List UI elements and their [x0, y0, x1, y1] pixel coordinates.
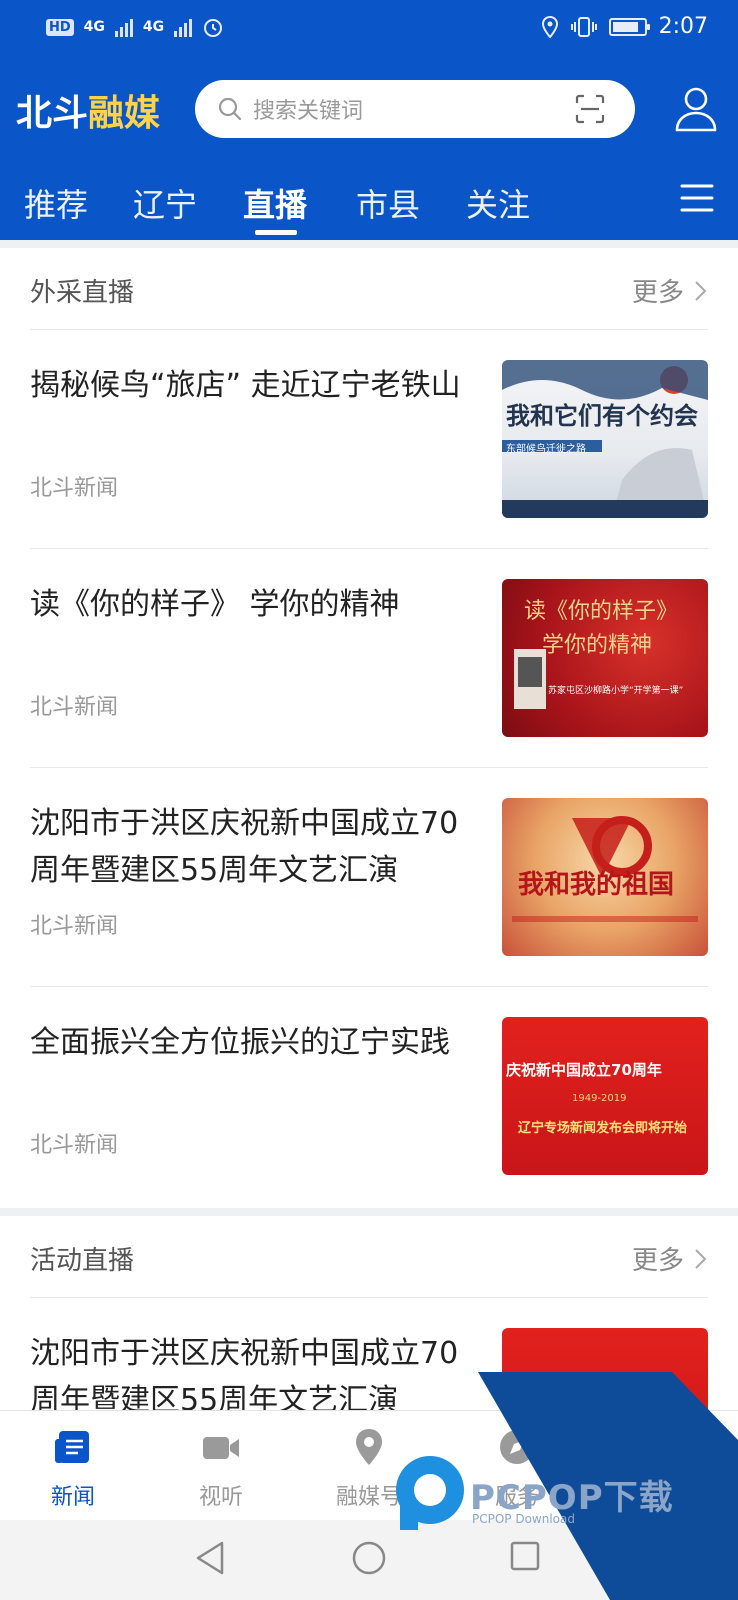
- thumbnail-subcaption: 辽宁专场新闻发布会即将开始: [518, 1121, 688, 1136]
- video-icon: [203, 1437, 239, 1459]
- thumbnail-subcaption: 苏家屯区沙柳路小学“开学第一课”: [548, 686, 684, 696]
- hd-badge: HD: [46, 18, 74, 36]
- alarm-icon: [204, 19, 223, 37]
- recent-apps-icon[interactable]: [509, 1540, 541, 1572]
- compass-icon: [500, 1430, 534, 1464]
- chevron-right-icon: [695, 1248, 707, 1269]
- thumbnail-caption-2: 学你的精神: [542, 633, 653, 658]
- tab-live[interactable]: 直播: [243, 180, 307, 226]
- app-logo: 北斗融媒: [16, 84, 160, 136]
- more-link[interactable]: 更多: [632, 272, 708, 309]
- status-bar-left: HD 4G 4G: [46, 16, 224, 38]
- app-screen: HD 4G 4G 2:07 北斗融媒 搜索关键词 推荐 辽宁 直播 市县 关注 …: [0, 0, 738, 1600]
- news-thumbnail: 我和它们有个约会 东部候鸟迁徙之路: [502, 360, 708, 518]
- thumbnail-year: 1949-2019: [572, 1093, 627, 1104]
- section-title: 活动直播: [30, 1246, 135, 1276]
- active-tab-indicator: [255, 230, 297, 235]
- thumbnail-subcaption: 东部候鸟迁徙之路: [506, 444, 586, 455]
- thumbnail-book-art: [514, 649, 546, 709]
- back-icon[interactable]: [194, 1540, 226, 1576]
- nav-label: 服务: [494, 1485, 539, 1510]
- section-field-live: 外采直播 更多 揭秘候鸟“旅店” 走近辽宁老铁山 北斗新闻 我和它们有个约会 东…: [0, 248, 738, 1208]
- nav-service[interactable]: 服务: [457, 1427, 577, 1511]
- clock-time: 2:07: [658, 14, 708, 39]
- signal-icon-2: [174, 17, 193, 37]
- signal-icon: [114, 17, 133, 37]
- chevron-right-icon: [695, 280, 707, 301]
- thumbnail-caption: 庆祝新中国成立70周年: [506, 1061, 662, 1079]
- search-bar[interactable]: 搜索关键词: [195, 80, 635, 138]
- menu-icon[interactable]: [680, 182, 714, 214]
- more-link[interactable]: 更多: [632, 1240, 708, 1277]
- news-source: 北斗新闻: [30, 914, 119, 939]
- location-icon: [356, 1429, 382, 1465]
- nav-label: 新闻: [50, 1485, 95, 1510]
- user-profile-icon[interactable]: [674, 86, 718, 132]
- news-source: 北斗新闻: [30, 476, 119, 501]
- search-placeholder: 搜索关键词: [253, 99, 364, 124]
- more-label: 更多: [631, 278, 684, 308]
- status-bar-right: 2:07: [541, 14, 708, 39]
- tab-liaoning[interactable]: 辽宁: [133, 180, 197, 226]
- search-icon: [218, 97, 242, 121]
- network-4g-label-2: 4G: [142, 19, 165, 35]
- top-header: HD 4G 4G 2:07 北斗融媒 搜索关键词 推荐 辽宁 直播 市县 关注: [0, 0, 738, 240]
- system-navigation-bar: [0, 1520, 738, 1600]
- nav-label: 融媒号: [335, 1485, 402, 1510]
- news-icon: [55, 1431, 89, 1463]
- nav-video[interactable]: 视听: [161, 1427, 281, 1511]
- news-thumbnail: 庆祝新中国成立70周年 1949-2019 辽宁专场新闻发布会即将开始: [502, 1017, 708, 1175]
- battery-icon: [608, 17, 650, 36]
- tab-city-county[interactable]: 市县: [356, 180, 420, 226]
- news-item[interactable]: 读《你的样子》 学你的精神 北斗新闻 读《你的样子》 学你的精神 苏家屯区沙柳路…: [30, 549, 708, 768]
- news-item[interactable]: 沈阳市于洪区庆祝新中国成立70周年暨建区55周年文艺汇演 北斗新闻 我和我的祖国: [30, 768, 708, 987]
- news-title: 沈阳市于洪区庆祝新中国成立70周年暨建区55周年文艺汇演: [30, 806, 459, 888]
- network-4g-label-1: 4G: [83, 19, 105, 35]
- more-label: 更多: [631, 1246, 684, 1276]
- battery-level: [612, 21, 639, 32]
- section-event-live: 活动直播 更多 沈阳市于洪区庆祝新中国成立70周年暨建区55周年文艺汇演: [0, 1216, 738, 1486]
- nav-label: 视听: [198, 1485, 243, 1510]
- news-thumbnail: 读《你的样子》 学你的精神 苏家屯区沙柳路小学“开学第一课”: [502, 579, 708, 737]
- section-header: 外采直播 更多: [30, 248, 708, 330]
- news-item[interactable]: 揭秘候鸟“旅店” 走近辽宁老铁山 北斗新闻 我和它们有个约会 东部候鸟迁徙之路: [30, 330, 708, 549]
- news-title: 全面振兴全方位振兴的辽宁实践: [30, 1025, 450, 1060]
- logo-part1: 北斗: [16, 93, 89, 134]
- news-source: 北斗新闻: [30, 695, 119, 720]
- logo-part2: 融媒: [88, 93, 161, 134]
- news-title: 揭秘候鸟“旅店” 走近辽宁老铁山: [30, 368, 461, 403]
- status-bar: HD 4G 4G 2:07: [0, 0, 738, 60]
- nav-media-account[interactable]: 融媒号: [309, 1427, 429, 1511]
- bottom-navigation: 新闻 视听 融媒号 服务: [0, 1410, 738, 1520]
- section-title: 外采直播: [30, 278, 135, 308]
- news-thumbnail: 我和我的祖国: [502, 798, 708, 956]
- news-title: 读《你的样子》 学你的精神: [30, 587, 400, 622]
- thumbnail-caption: 我和我的祖国: [518, 870, 675, 900]
- home-icon[interactable]: [351, 1540, 387, 1576]
- news-source: 北斗新闻: [30, 1133, 119, 1158]
- category-tabs: 推荐 辽宁 直播 市县 关注: [0, 170, 738, 240]
- thumbnail-art: [502, 360, 708, 518]
- tab-recommend[interactable]: 推荐: [24, 180, 88, 226]
- news-item[interactable]: 全面振兴全方位振兴的辽宁实践 北斗新闻 庆祝新中国成立70周年 1949-201…: [30, 987, 708, 1206]
- tab-follow[interactable]: 关注: [466, 180, 530, 226]
- nav-news[interactable]: 新闻: [13, 1427, 133, 1511]
- scan-icon[interactable]: [575, 94, 605, 124]
- location-pin-icon: [541, 15, 558, 38]
- thumbnail-caption: 读《你的样子》: [524, 599, 679, 624]
- thumbnail-caption: 我和它们有个约会: [506, 402, 698, 430]
- vibrate-icon: [570, 16, 597, 37]
- section-header: 活动直播 更多: [30, 1216, 708, 1298]
